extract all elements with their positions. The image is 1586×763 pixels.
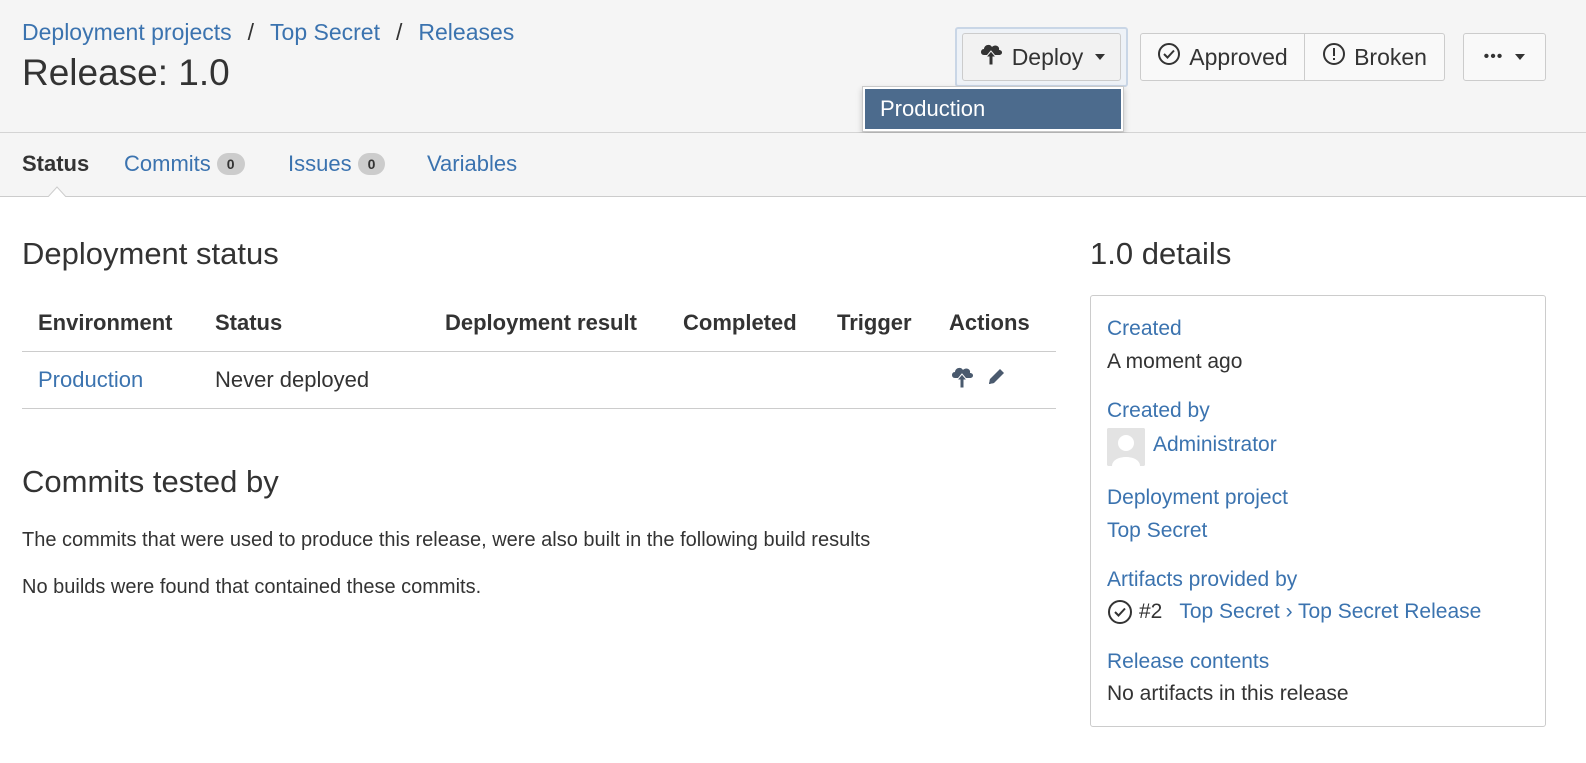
ellipsis-icon: ••• <box>1483 48 1504 65</box>
deployment-project-label: Deployment project <box>1107 486 1288 509</box>
column-header-trigger: Trigger <box>821 296 933 352</box>
deploy-action-icon[interactable] <box>949 364 975 396</box>
breadcrumb-releases[interactable]: Releases <box>418 19 514 46</box>
deployment-project-link[interactable]: Top Secret <box>1107 519 1207 543</box>
release-details-panel: Created A moment ago Created by Administ… <box>1090 295 1546 727</box>
deploy-dropdown-menu: Production <box>862 86 1124 132</box>
table-row: Production Never deployed <box>22 351 1056 409</box>
deploy-menu-item-production[interactable]: Production <box>865 89 1121 129</box>
tab-variables-label: Variables <box>427 151 518 176</box>
build-plan-link[interactable]: Top Secret › Top Secret Release <box>1179 600 1481 624</box>
approval-button-group: Approved Broken <box>1140 33 1445 81</box>
trigger-value <box>821 351 933 409</box>
tab-issues-label: Issues <box>288 151 352 176</box>
tab-commits[interactable]: Commits 0 <box>124 151 245 177</box>
build-number: #2 <box>1139 600 1163 623</box>
completed-value <box>667 351 821 409</box>
deployment-status-heading: Deployment status <box>22 236 279 271</box>
broken-button-label: Broken <box>1354 43 1427 70</box>
tab-variables[interactable]: Variables <box>427 151 517 177</box>
created-value: A moment ago <box>1107 350 1243 373</box>
check-circle-icon <box>1157 42 1181 72</box>
environment-link-production[interactable]: Production <box>38 367 143 392</box>
table-header-row: Environment Status Deployment result Com… <box>22 296 1056 352</box>
edit-pencil-icon[interactable] <box>985 366 1007 394</box>
deployment-status-table: Environment Status Deployment result Com… <box>22 296 1056 409</box>
avatar <box>1107 428 1145 466</box>
release-contents-value: No artifacts in this release <box>1107 682 1349 705</box>
breadcrumb-top-secret[interactable]: Top Secret <box>270 19 380 46</box>
page-title: Release: 1.0 <box>22 52 230 93</box>
approved-button-label: Approved <box>1189 43 1288 70</box>
cloud-upload-icon <box>978 41 1004 73</box>
deploy-button[interactable]: Deploy <box>962 33 1121 81</box>
commits-tested-heading: Commits tested by <box>22 464 279 499</box>
check-circle-icon <box>1107 599 1133 625</box>
column-header-deployment-result: Deployment result <box>429 296 667 352</box>
broken-button[interactable]: Broken <box>1305 33 1445 81</box>
created-by-label: Created by <box>1107 399 1210 422</box>
tab-bar: Status Commits 0 Issues 0 Variables <box>0 133 1586 197</box>
deployment-result-value <box>429 351 667 409</box>
tab-status-label: Status <box>22 151 90 176</box>
chevron-down-icon <box>1095 54 1106 60</box>
issues-count-badge: 0 <box>357 153 386 175</box>
commits-count-badge: 0 <box>216 153 245 175</box>
deployment-status-value: Never deployed <box>199 351 429 409</box>
release-contents-label: Release contents <box>1107 650 1270 673</box>
commits-tested-description: The commits that were used to produce th… <box>22 529 871 551</box>
breadcrumb-separator: / <box>247 19 255 45</box>
artifacts-provided-by-value: #2 Top Secret › Top Secret Release <box>1107 599 1481 625</box>
deploy-button-label: Deploy <box>1011 43 1084 70</box>
exclamation-circle-icon <box>1322 42 1346 72</box>
more-actions-button[interactable]: ••• <box>1463 33 1546 81</box>
active-tab-indicator <box>47 186 67 198</box>
column-header-actions: Actions <box>933 296 1056 352</box>
artifacts-provided-by-label: Artifacts provided by <box>1107 568 1298 591</box>
column-header-status: Status <box>199 296 429 352</box>
actions-cell <box>933 351 1056 409</box>
approved-button[interactable]: Approved <box>1140 33 1305 81</box>
column-header-completed: Completed <box>667 296 821 352</box>
breadcrumb-deployment-projects[interactable]: Deployment projects <box>22 19 232 46</box>
page-header: Deployment projects / Top Secret / Relea… <box>0 0 1586 133</box>
tab-issues[interactable]: Issues 0 <box>288 151 386 177</box>
chevron-down-icon <box>1515 54 1526 60</box>
release-details-heading: 1.0 details <box>1090 236 1232 271</box>
commits-tested-empty-message: No builds were found that contained thes… <box>22 576 482 598</box>
breadcrumb-separator: / <box>396 19 403 45</box>
created-by-user-link[interactable]: Administrator <box>1153 433 1277 457</box>
created-label: Created <box>1107 317 1182 340</box>
breadcrumb: Deployment projects / Top Secret / Relea… <box>22 19 514 46</box>
tab-status[interactable]: Status <box>22 151 89 177</box>
tab-commits-label: Commits <box>124 151 211 176</box>
column-header-environment: Environment <box>22 296 199 352</box>
